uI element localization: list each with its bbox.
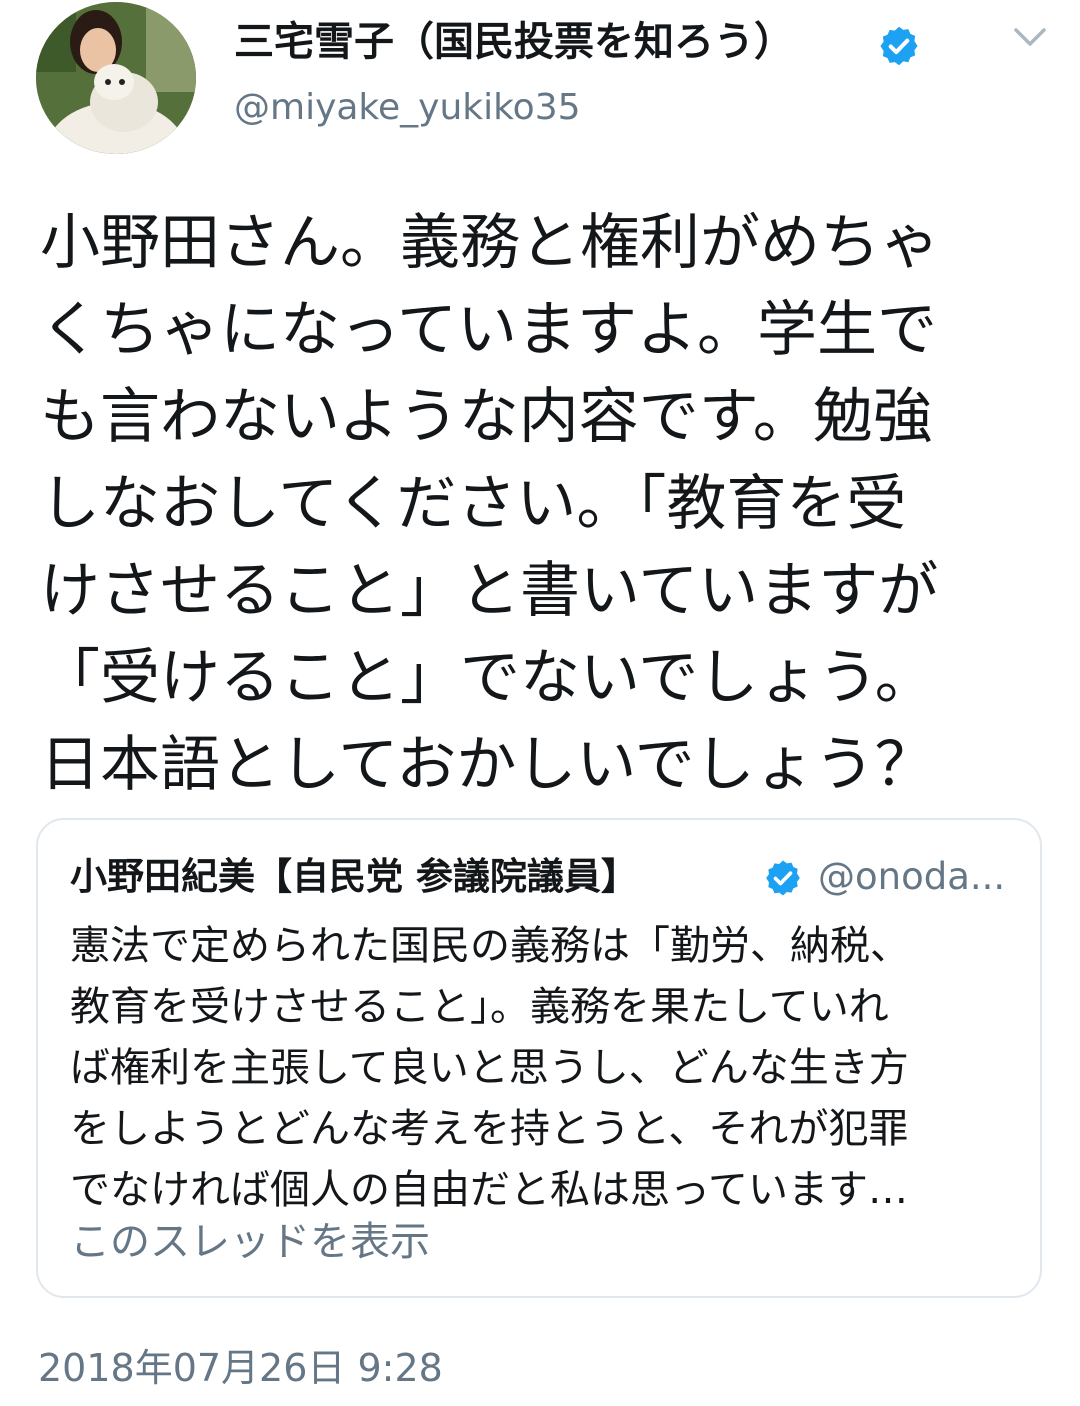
quoted-text-line: をしようとどんな考えを持とうと、それが犯罪	[70, 1106, 909, 1152]
tweet-text-line: しなおしてください。「教育を受	[40, 469, 907, 539]
tweet-text-line: けさせること」と書いていますが	[40, 556, 939, 626]
quoted-text-line: 憲法で定められた国民の義務は「勤労、納税、	[70, 923, 910, 969]
tweet-text-line: くちゃになっていますよ。学生で	[40, 295, 937, 365]
quoted-author-name: 小野田紀美【自民党 参議院議員】	[70, 855, 638, 898]
quoted-text-line: 教育を受けさせること」。義務を果たしていれ	[70, 984, 889, 1030]
quoted-text-line: でなければ個人の自由だと私は思っています…	[70, 1167, 908, 1213]
author-avatar[interactable]	[36, 2, 196, 154]
verified-badge-icon	[880, 26, 918, 66]
show-thread-link[interactable]: このスレッドを表示	[70, 1216, 430, 1268]
author-name[interactable]: 三宅雪子（国民投票を知ろう）	[234, 16, 794, 68]
tweet-timestamp[interactable]: 2018年07月26日 9:28	[38, 1342, 443, 1394]
tweet-text-line: も言わないような内容です。勉強	[40, 382, 933, 452]
author-handle[interactable]: @miyake_yukiko35	[234, 84, 581, 132]
tweet-text: 小野田さん。義務と権利がめちゃ くちゃになっていますよ。学生で も言わないような…	[40, 200, 1040, 809]
quoted-tweet-text: 憲法で定められた国民の義務は「勤労、納税、 教育を受けさせること」。義務を果たし…	[70, 916, 1020, 1221]
quoted-author-handle: @onoda...	[818, 855, 1006, 898]
tweet-text-line: 日本語としておかしいでしょう？	[40, 730, 935, 800]
quoted-tweet-card[interactable]: 小野田紀美【自民党 参議院議員】 @onoda... 憲法で定められた国民の義務…	[36, 818, 1042, 1298]
quoted-text-line: ば権利を主張して良いと思うし、どんな生き方	[70, 1045, 909, 1091]
tweet-text-line: 小野田さん。義務と権利がめちゃ	[40, 208, 940, 278]
verified-badge-icon	[766, 860, 800, 896]
tweet-text-line: 「受けること」でないでしょう。	[40, 643, 935, 713]
avatar-photo	[36, 2, 196, 154]
chevron-down-icon[interactable]	[1008, 20, 1052, 56]
